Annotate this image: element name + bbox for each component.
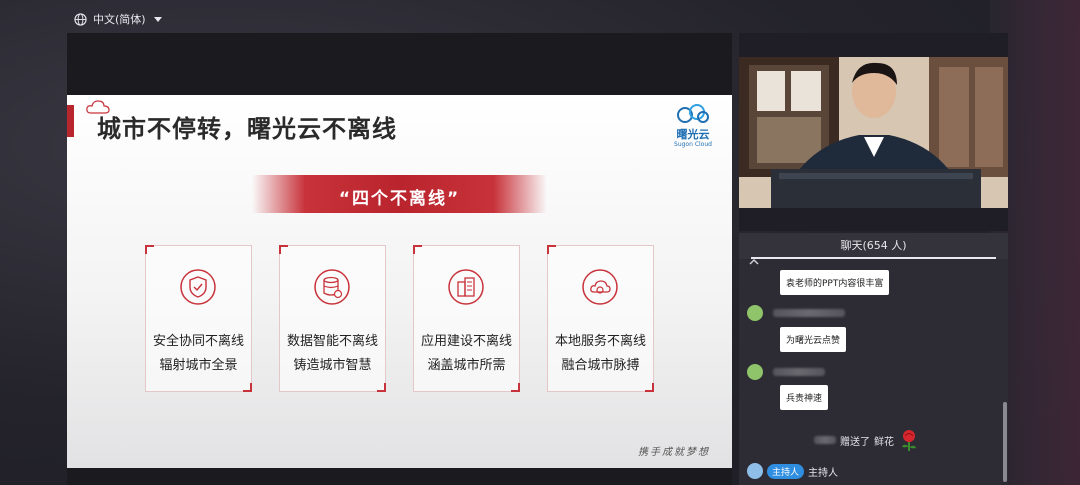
title-accent-bar [67,105,74,137]
sugon-logo-icon [677,104,709,123]
card-title: 安全协同不离线 [152,334,244,349]
language-selector[interactable]: 中文(简体) [74,10,162,28]
card-subtitle: 融合城市脉搏 [561,358,640,373]
card-subtitle: 涵盖城市所需 [427,358,506,373]
database-icon [314,269,350,305]
card-data: 数据智能不离线 铸造城市智慧 [279,245,386,392]
chat-header: 聊天(654 人) [739,233,1008,259]
slide-title: 城市不停转，曙光云不离线 [97,115,397,143]
logo-text-zh: 曙光云 [676,128,710,141]
blurred-username [773,309,845,317]
gift-notification: 赠送了 鲜花 [814,428,920,452]
avatar [747,364,763,380]
card-title: 数据智能不离线 [286,334,378,349]
slide-signature: 携手成就梦想 [638,447,710,458]
card-title: 本地服务不离线 [554,334,646,349]
shield-check-icon [180,269,216,305]
speaker-video [739,57,1008,208]
blurred-username [814,436,836,444]
card-subtitle: 辐射城市全景 [159,358,238,373]
globe-icon [74,12,87,26]
card-service: 本地服务不离线 融合城市脉搏 [547,245,654,392]
chevron-up-icon[interactable] [749,258,759,265]
gift-verb: 赠送了 [840,436,870,448]
cloud-service-icon [582,269,618,305]
buildings-icon [448,269,484,305]
caret-down-icon [153,16,162,22]
banner-text: “四个不离线” [338,189,461,209]
banner: “四个不离线” [252,175,547,213]
card-subtitle: 铸造城市智慧 [293,358,372,373]
chat-scrollbar[interactable] [1003,402,1007,482]
chat-message: 袁老师的PPT内容很丰富 [780,270,890,295]
avatar [747,463,763,479]
card-security: 安全协同不离线 辐射城市全景 [145,245,252,392]
sugon-cloud-logo: 曙光云 Sugon Cloud [668,103,718,153]
chat-message: 为曙光云点赞 [780,327,847,352]
language-label: 中文(简体) [93,13,146,26]
presentation-slide: 城市不停转，曙光云不离线 曙光云 Sugon Cloud “四个不离线” 安全协… [67,95,732,468]
gift-item: 鲜花 [874,436,894,448]
host-message: 主持人 主持人 [747,463,838,479]
card-title: 应用建设不离线 [420,334,512,349]
host-badge: 主持人 [767,463,805,479]
rose-icon [902,430,916,451]
host-name: 主持人 [808,467,839,479]
speaker-video-frame [739,57,1008,208]
card-apps: 应用建设不离线 涵盖城市所需 [413,245,520,392]
chat-message: 兵贵神速 [780,385,829,410]
blurred-username [773,368,825,376]
logo-text-en: Sugon Cloud [674,141,712,148]
avatar [747,305,763,321]
chat-divider [751,257,996,259]
